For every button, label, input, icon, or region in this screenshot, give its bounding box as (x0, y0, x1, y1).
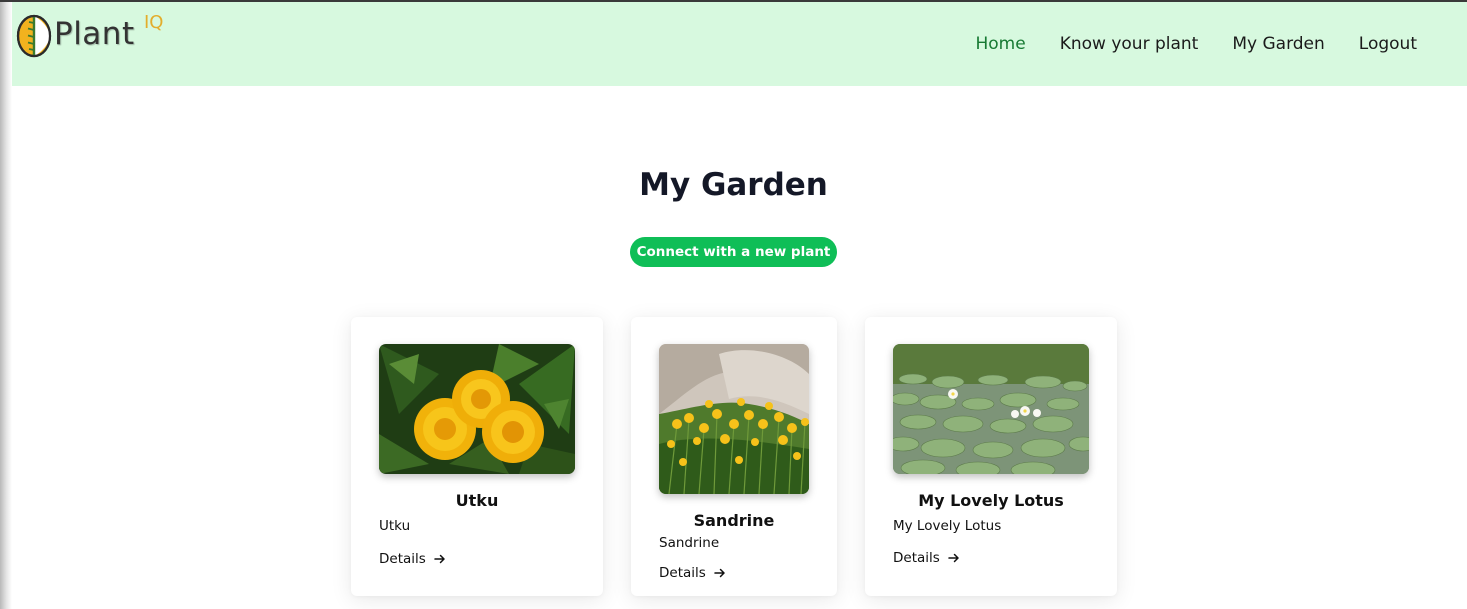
arrow-right-icon (948, 553, 959, 563)
plant-card-sandrine[interactable]: Sandrine Sandrine Details (631, 317, 837, 596)
plant-card-my-lovely-lotus[interactable]: My Lovely Lotus My Lovely Lotus Details (865, 317, 1117, 596)
plant-card-subtitle: Sandrine (659, 535, 720, 551)
plant-card-subtitle: My Lovely Lotus (893, 518, 1002, 534)
navbar: Plant IQ Home Know your plant My Garden … (0, 2, 1467, 86)
arrow-right-icon (714, 568, 725, 578)
brand-superscript: IQ (144, 12, 164, 33)
plant-card-title: Utku (455, 491, 499, 510)
nav-link-know-your-plant[interactable]: Know your plant (1060, 34, 1199, 54)
nav-link-home[interactable]: Home (976, 34, 1026, 54)
plant-card-title: Sandrine (693, 511, 775, 530)
plant-card-title: My Lovely Lotus (918, 491, 1064, 510)
connect-new-plant-button[interactable]: Connect with a new plant (630, 237, 837, 267)
plant-card-utku[interactable]: Utku Utku Details (351, 317, 603, 596)
details-link[interactable]: Details (659, 565, 726, 581)
yellow-daffodils-photo (659, 344, 809, 494)
plant-card-subtitle: Utku (379, 518, 411, 534)
dandelion-photo (379, 344, 575, 474)
nav-menu: Home Know your plant My Garden Logout (942, 34, 1418, 54)
nav-link-my-garden[interactable]: My Garden (1232, 34, 1324, 54)
details-link[interactable]: Details (893, 550, 960, 566)
lotus-pond-photo (893, 344, 1089, 474)
details-label: Details (379, 551, 426, 567)
window-edge-shadow (0, 2, 12, 609)
leaf-circle-logo-icon (16, 14, 52, 58)
brand-logo-link[interactable]: Plant IQ (14, 12, 174, 64)
arrow-right-icon (434, 554, 445, 564)
details-label: Details (893, 550, 940, 566)
page-title: My Garden (639, 167, 828, 203)
nav-link-logout[interactable]: Logout (1359, 34, 1417, 54)
details-label: Details (659, 565, 706, 581)
app-window: Plant IQ Home Know your plant My Garden … (0, 0, 1467, 609)
details-link[interactable]: Details (379, 551, 446, 567)
brand-name: Plant (54, 16, 135, 52)
